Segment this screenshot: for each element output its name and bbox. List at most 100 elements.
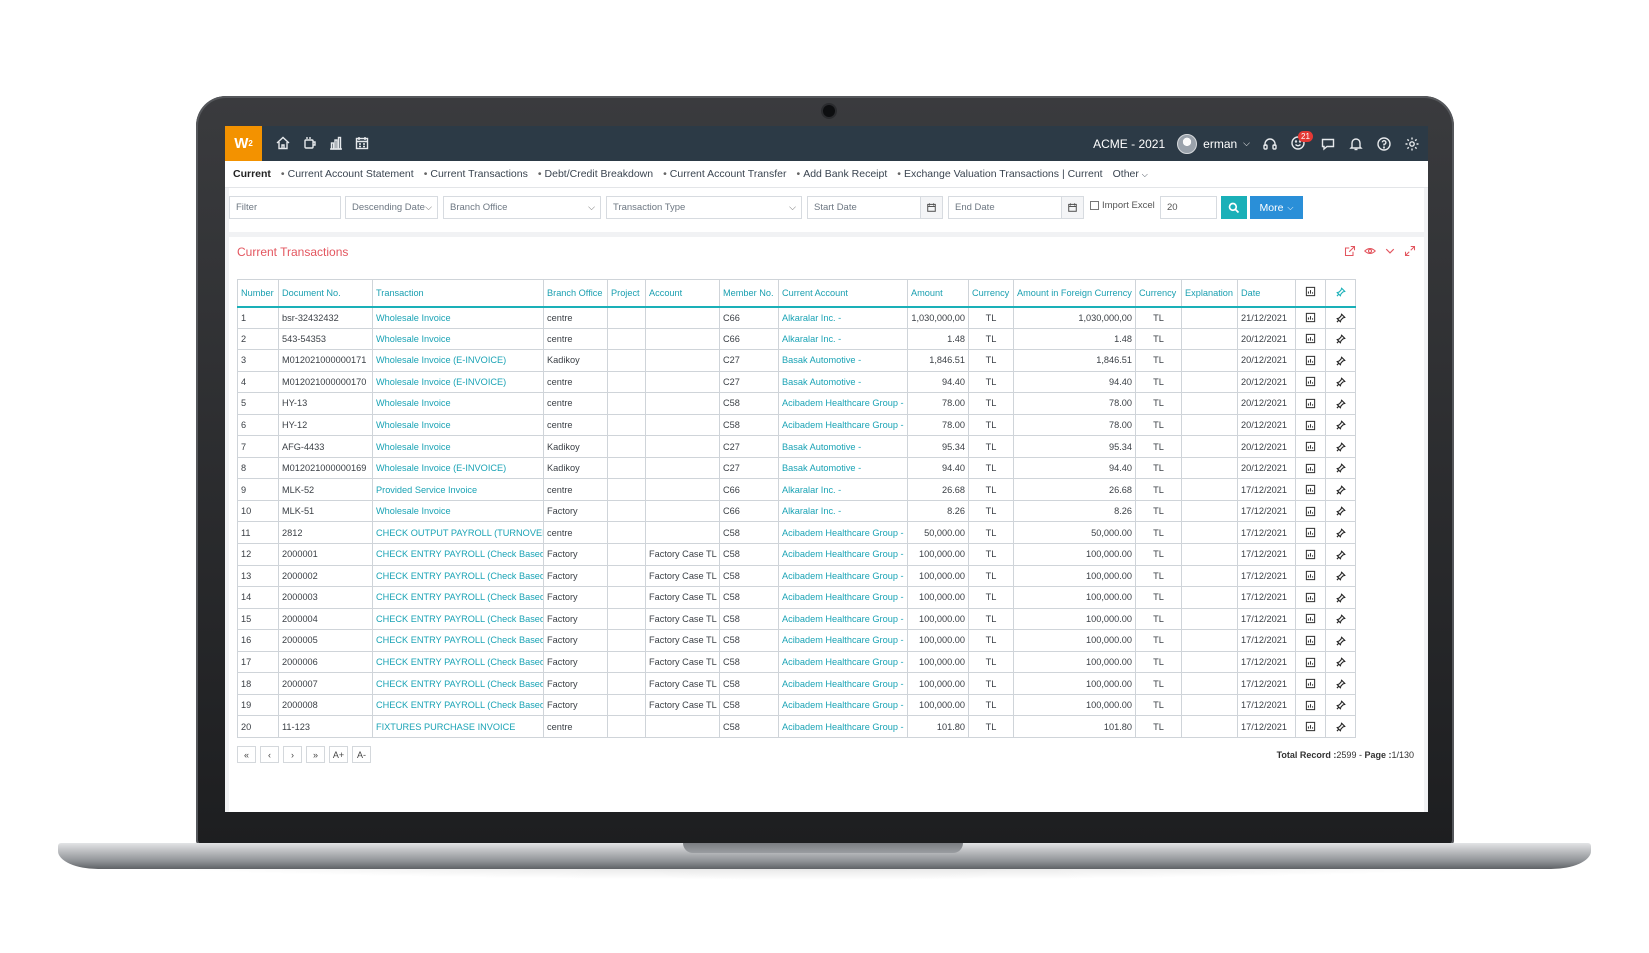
subnav-item-current-transactions[interactable]: • Current Transactions: [424, 168, 528, 180]
row-pin-button[interactable]: [1325, 327, 1356, 351]
help-icon[interactable]: [1376, 136, 1392, 152]
row-pin-button[interactable]: [1325, 693, 1356, 717]
table-cell-link[interactable]: Alkaralar Inc. -: [778, 478, 908, 501]
row-pin-button[interactable]: [1325, 413, 1356, 437]
row-report-button[interactable]: [1295, 349, 1326, 372]
column-header[interactable]: Number: [237, 279, 279, 308]
row-report-button[interactable]: [1295, 715, 1326, 738]
row-pin-button[interactable]: [1325, 564, 1356, 588]
table-cell-link[interactable]: CHECK ENTRY PAYROLL (Check Based): [372, 693, 544, 717]
table-row[interactable]: 6 HY-12 Wholesale Invoice centre C58 Acibadem…: [237, 413, 1356, 437]
table-row[interactable]: 5 HY-13 Wholesale Invoice centre C58 Acibadem…: [237, 392, 1356, 415]
bar-chart-icon[interactable]: [328, 135, 344, 151]
table-cell-link[interactable]: Alkaralar Inc. -: [778, 499, 908, 523]
subnav-item-account-statement[interactable]: • Current Account Statement: [281, 168, 414, 180]
column-header[interactable]: Currency: [968, 279, 1014, 308]
table-cell-link[interactable]: Acibadem Healthcare Group -: [778, 650, 908, 674]
row-report-button[interactable]: [1295, 413, 1326, 437]
app-logo[interactable]: W2: [225, 126, 262, 161]
table-cell-link[interactable]: Acibadem Healthcare Group -: [778, 586, 908, 609]
table-row[interactable]: 16 2000005 CHECK ENTRY PAYROLL (Check Base…: [237, 629, 1356, 652]
row-report-button[interactable]: [1295, 693, 1326, 717]
column-header[interactable]: Date: [1237, 279, 1296, 308]
row-report-button[interactable]: [1295, 629, 1326, 652]
subnav-item-account-transfer[interactable]: • Current Account Transfer: [663, 168, 786, 180]
row-pin-button[interactable]: [1325, 629, 1356, 652]
table-row[interactable]: 18 2000007 CHECK ENTRY PAYROLL (Check Base…: [237, 672, 1356, 695]
table-cell-link[interactable]: CHECK ENTRY PAYROLL (Check Based): [372, 629, 544, 652]
subnav-item-exchange-valuation[interactable]: • Exchange Valuation Transactions | Curre…: [897, 168, 1102, 180]
table-row[interactable]: 4 M012021000000170 Wholesale Invoice (E-IN…: [237, 370, 1356, 394]
column-header[interactable]: Current Account: [778, 279, 908, 308]
row-report-button[interactable]: [1295, 521, 1326, 545]
filter-input[interactable]: Filter: [229, 196, 341, 219]
table-cell-link[interactable]: Acibadem Healthcare Group -: [778, 607, 908, 631]
row-report-button[interactable]: [1295, 327, 1326, 351]
row-report-button[interactable]: [1295, 650, 1326, 674]
table-cell-link[interactable]: Acibadem Healthcare Group -: [778, 564, 908, 588]
row-report-button[interactable]: [1295, 586, 1326, 609]
table-row[interactable]: 7 AFG-4433 Wholesale Invoice Kadikoy C27 Basa…: [237, 435, 1356, 458]
mug-icon[interactable]: [302, 135, 318, 151]
export-icon[interactable]: [1344, 245, 1356, 257]
row-pin-button[interactable]: [1325, 306, 1356, 329]
table-cell-link[interactable]: Acibadem Healthcare Group -: [778, 413, 908, 437]
transaction-type-select[interactable]: Transaction Type ⌵: [606, 196, 802, 219]
row-pin-button[interactable]: [1325, 586, 1356, 609]
table-cell-link[interactable]: Wholesale Invoice: [372, 306, 544, 329]
table-row[interactable]: 15 2000004 CHECK ENTRY PAYROLL (Check Base…: [237, 607, 1356, 631]
table-row[interactable]: 3 M012021000000171 Wholesale Invoice (E-IN…: [237, 349, 1356, 372]
table-cell-link[interactable]: Wholesale Invoice (E-INVOICE): [372, 349, 544, 372]
headset-icon[interactable]: [1262, 136, 1278, 152]
notification-smile-icon[interactable]: 21: [1290, 130, 1313, 153]
table-cell-link[interactable]: FIXTURES PURCHASE INVOICE: [372, 715, 544, 738]
row-pin-button[interactable]: [1325, 672, 1356, 695]
column-header[interactable]: Branch Office: [543, 279, 608, 308]
table-cell-link[interactable]: Basak Automotive -: [778, 456, 908, 480]
expand-icon[interactable]: [1404, 245, 1416, 257]
table-row[interactable]: 12 2000001 CHECK ENTRY PAYROLL (Check Base…: [237, 543, 1356, 566]
table-row[interactable]: 14 2000003 CHECK ENTRY PAYROLL (Check Base…: [237, 586, 1356, 609]
row-pin-button[interactable]: [1325, 715, 1356, 738]
table-cell-link[interactable]: Basak Automotive -: [778, 435, 908, 458]
row-pin-button[interactable]: [1325, 456, 1356, 480]
table-cell-link[interactable]: CHECK ENTRY PAYROLL (Check Based): [372, 672, 544, 695]
column-header[interactable]: Transaction: [372, 279, 544, 308]
next-page-button[interactable]: ›: [283, 746, 302, 763]
table-row[interactable]: 19 2000008 CHECK ENTRY PAYROLL (Check Base…: [237, 693, 1356, 717]
row-pin-button[interactable]: [1325, 499, 1356, 523]
table-cell-link[interactable]: Wholesale Invoice: [372, 435, 544, 458]
table-row[interactable]: 9 MLK-52 Provided Service Invoice centre C66…: [237, 478, 1356, 501]
font-increase-button[interactable]: A+: [329, 746, 348, 763]
table-cell-link[interactable]: Acibadem Healthcare Group -: [778, 672, 908, 695]
table-cell-link[interactable]: Alkaralar Inc. -: [778, 327, 908, 351]
more-button[interactable]: More ⌵: [1250, 196, 1303, 219]
table-cell-link[interactable]: Acibadem Healthcare Group -: [778, 543, 908, 566]
table-cell-link[interactable]: Wholesale Invoice: [372, 499, 544, 523]
prev-page-button[interactable]: ‹: [260, 746, 279, 763]
table-cell-link[interactable]: CHECK ENTRY PAYROLL (Check Based): [372, 543, 544, 566]
user-menu[interactable]: erman ⌵: [1177, 133, 1250, 154]
table-cell-link[interactable]: Wholesale Invoice: [372, 392, 544, 415]
gear-icon[interactable]: [1404, 136, 1420, 152]
row-pin-button[interactable]: [1325, 370, 1356, 394]
row-report-button[interactable]: [1295, 478, 1326, 501]
calendar-icon[interactable]: [354, 135, 370, 151]
chat-icon[interactable]: [1320, 136, 1336, 152]
first-page-button[interactable]: «: [237, 746, 256, 763]
table-cell-link[interactable]: Provided Service Invoice: [372, 478, 544, 501]
row-pin-button[interactable]: [1325, 650, 1356, 674]
subnav-item-other[interactable]: Other ⌵: [1113, 168, 1148, 180]
table-cell-link[interactable]: Basak Automotive -: [778, 349, 908, 372]
last-page-button[interactable]: »: [306, 746, 325, 763]
column-header[interactable]: Account: [645, 279, 720, 308]
table-cell-link[interactable]: CHECK OUTPUT PAYROLL (TURNOVER): [372, 521, 544, 545]
table-cell-link[interactable]: CHECK ENTRY PAYROLL (Check Based): [372, 607, 544, 631]
start-date-input[interactable]: Start Date: [807, 196, 943, 219]
row-report-button[interactable]: [1295, 672, 1326, 695]
subnav-item-add-bank-receipt[interactable]: • Add Bank Receipt: [797, 168, 888, 180]
row-report-button[interactable]: [1295, 607, 1326, 631]
table-cell-link[interactable]: CHECK ENTRY PAYROLL (Check Based): [372, 650, 544, 674]
table-row[interactable]: 8 M012021000000169 Wholesale Invoice (E-IN…: [237, 456, 1356, 480]
table-cell-link[interactable]: Acibadem Healthcare Group -: [778, 715, 908, 738]
